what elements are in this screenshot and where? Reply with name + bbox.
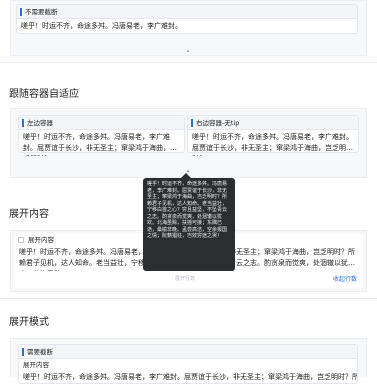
mode-text: 嗟乎！时运不齐，命途多舛。冯唐易老，李广难封。屈贾谊于长沙，非无圣主；窜梁鸿于海… (23, 373, 357, 381)
section-title-expand-mode: 展开模式 (9, 317, 49, 328)
divider (0, 62, 377, 63)
tooltip: 嗟乎！时运不齐，命途多舛。冯唐易老，李广难封。屈贾谊于长沙，非无圣主；窜梁鸿于海… (143, 178, 235, 271)
card-header: 右边容器-无tip (188, 116, 358, 130)
accent-bar (22, 347, 24, 356)
left-container-card: 左边容器 嗟乎！时运不齐，命途多舛。冯唐易老，李广难封。屈贾谊于长沙，非无圣主；… (18, 115, 185, 156)
right-container-card: 右边容器-无tip 嗟乎！时运不齐，命途多舛。冯唐易老，李广难封。屈贾谊于长沙，… (187, 115, 359, 156)
card-text: 嗟乎！时运不齐，命途多舛。冯唐易老，李广难封。屈贾谊于长沙，非无圣主；窜梁鸿于海… (192, 133, 353, 156)
chevron-down-icon[interactable]: ▴ (182, 47, 194, 55)
card-header-label: 不需要截断 (25, 7, 58, 16)
accent-bar (20, 7, 22, 16)
card-text: 嗟乎！时运不齐，命途多舛。冯唐易老，李广难封。 (21, 22, 182, 30)
card-text[interactable]: 嗟乎！时运不齐，命途多舛。冯唐易老，李广难封。屈贾谊于长沙，非无圣主；窜梁鸿于海… (19, 130, 184, 156)
accent-bar (191, 118, 193, 127)
expand-lines-label: 展开行数 (175, 276, 196, 282)
mode-sub-label: 展开内容 (23, 361, 49, 369)
card-header-label: 右边容器-无tip (196, 118, 240, 127)
collapse-lines-link[interactable]: 收起行数 (333, 274, 357, 283)
section-title-follow: 跟随容器自适应 (9, 89, 79, 100)
card-header: 不需要截断 (17, 5, 357, 19)
divider (0, 298, 377, 299)
card-header: 需要截断 (19, 345, 357, 359)
checkbox[interactable] (18, 237, 24, 243)
mode-card: 需要截断 展开内容 嗟乎！时运不齐，命途多舛。冯唐易老，李广难封。屈贾谊于长沙，… (18, 344, 358, 384)
no-truncate-card: 不需要截断 嗟乎！时运不齐，命途多舛。冯唐易老，李广难封。 (16, 4, 358, 34)
expand-footer: 展开行数 收起行数 (15, 273, 363, 285)
card-header: 左边容器 (19, 116, 184, 130)
section-title-expand-content: 展开内容 (9, 209, 49, 220)
accent-bar (22, 118, 24, 127)
card-header-label: 左边容器 (27, 118, 53, 127)
expand-header-label: 展开内容 (28, 236, 54, 244)
card-header-label: 需要截断 (27, 347, 53, 356)
